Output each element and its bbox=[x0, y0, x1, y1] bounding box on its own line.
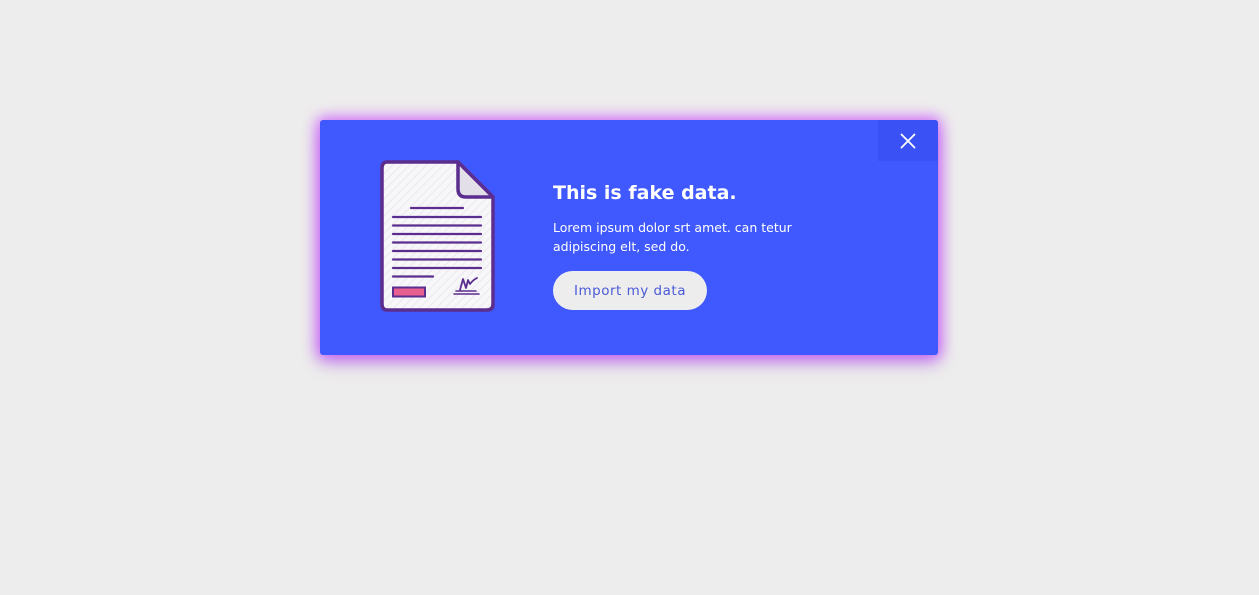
close-icon bbox=[900, 133, 916, 148]
import-data-button[interactable]: Import my data bbox=[553, 271, 707, 310]
close-button[interactable] bbox=[878, 120, 938, 161]
dialog-content: This is fake data. Lorem ipsum dolor srt… bbox=[553, 180, 853, 310]
dialog-title: This is fake data. bbox=[553, 182, 737, 204]
dialog-description: Lorem ipsum dolor srt amet. can tetur ad… bbox=[553, 220, 792, 254]
document-icon bbox=[380, 160, 495, 312]
fake-data-dialog: This is fake data. Lorem ipsum dolor srt… bbox=[320, 120, 938, 355]
